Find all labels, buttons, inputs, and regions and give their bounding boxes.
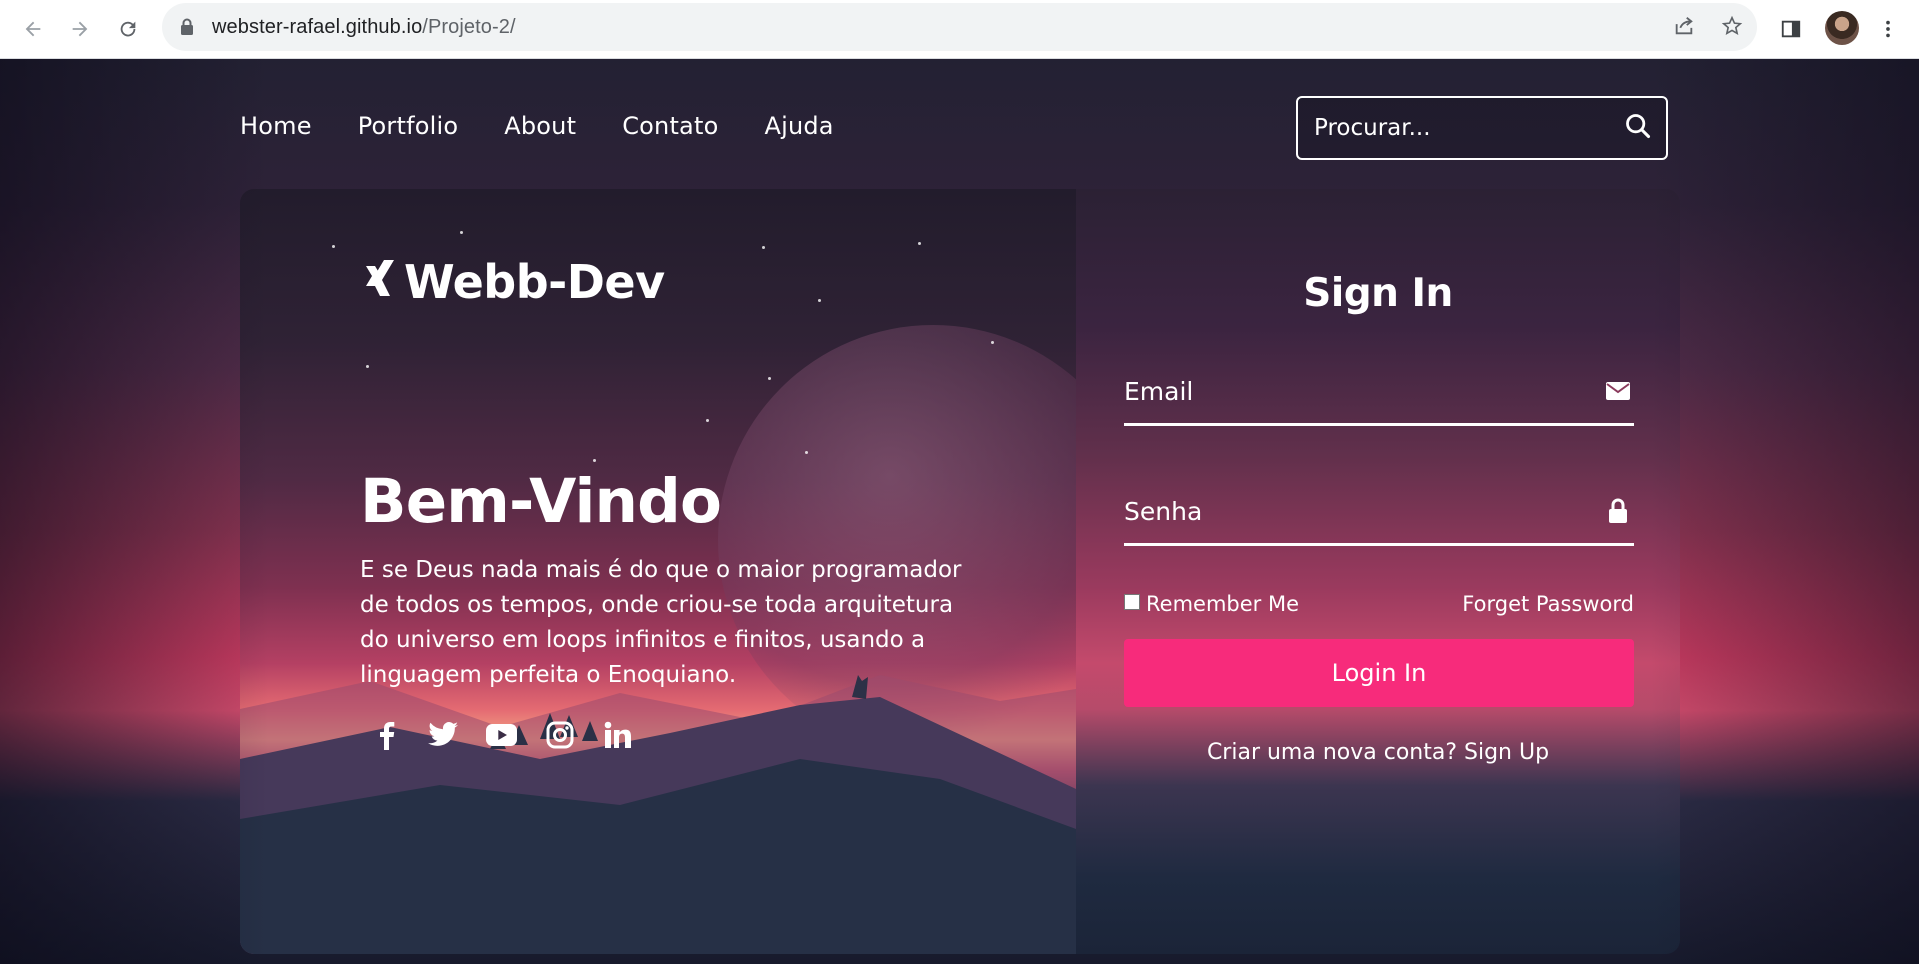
email-label: Email <box>1124 377 1194 406</box>
url-path: /Projeto-2/ <box>422 16 516 38</box>
welcome-heading: Bem-Vindo <box>360 466 722 537</box>
password-field[interactable]: Senha <box>1124 483 1634 546</box>
instagram-icon[interactable] <box>544 719 575 750</box>
star-icon <box>1721 15 1743 35</box>
nav-ajuda[interactable]: Ajuda <box>764 112 833 140</box>
reload-icon <box>120 21 136 37</box>
signup-link[interactable]: Criar uma nova conta? Sign Up <box>1076 740 1680 765</box>
nav-about[interactable]: About <box>504 112 576 140</box>
forget-password-link[interactable]: Forget Password <box>1462 592 1634 616</box>
welcome-description: E se Deus nada mais é do que o maior pro… <box>360 557 962 688</box>
nav-contato[interactable]: Contato <box>622 112 718 140</box>
star <box>366 365 369 368</box>
signin-panel: Sign In Email Senha Remember Me Forget P… <box>1076 189 1680 954</box>
page-background: Home Portfolio About Contato Ajuda Procu… <box>0 59 1919 964</box>
search-input[interactable]: Procurar... <box>1296 96 1668 160</box>
star <box>991 341 994 344</box>
url-text: webster-rafael.github.io/Projeto-2/ <box>212 16 516 39</box>
email-field[interactable]: Email <box>1124 363 1634 426</box>
hero-panel: Webb-Dev Bem-Vindo E se Deus nada mais é… <box>240 189 1148 954</box>
share-icon <box>1675 17 1693 35</box>
search-placeholder: Procurar... <box>1314 115 1431 141</box>
star <box>762 246 765 249</box>
linkedin-icon[interactable] <box>602 719 633 750</box>
star <box>332 245 335 248</box>
remember-me-checkbox[interactable]: Remember Me <box>1124 592 1299 616</box>
envelope-icon <box>1606 382 1630 400</box>
star <box>818 299 821 302</box>
nav-home[interactable]: Home <box>240 112 312 140</box>
checkbox-box[interactable] <box>1124 594 1140 610</box>
address-bar[interactable]: webster-rafael.github.io/Projeto-2/ <box>162 3 1757 51</box>
back-button[interactable] <box>16 12 50 46</box>
star <box>593 459 596 462</box>
main-nav: Home Portfolio About Contato Ajuda <box>240 112 880 140</box>
reload-button[interactable] <box>111 12 145 46</box>
facebook-icon[interactable] <box>370 719 401 750</box>
side-panel-button[interactable] <box>1774 12 1808 46</box>
star <box>805 451 808 454</box>
back-arrow-icon <box>25 21 41 37</box>
star <box>460 231 463 234</box>
youtube-icon[interactable] <box>486 719 517 750</box>
star <box>768 377 771 380</box>
star <box>706 419 709 422</box>
signin-title: Sign In <box>1303 271 1453 316</box>
forward-button[interactable] <box>63 12 97 46</box>
password-label: Senha <box>1124 497 1203 526</box>
twitter-icon[interactable] <box>428 719 459 750</box>
brand-name: Webb-Dev <box>404 255 665 309</box>
forward-arrow-icon <box>72 21 88 37</box>
search-icon[interactable] <box>1624 112 1652 140</box>
url-domain: webster-rafael.github.io <box>212 16 423 38</box>
browser-toolbar: webster-rafael.github.io/Projeto-2/ <box>0 0 1919 59</box>
share-button[interactable] <box>1667 9 1701 43</box>
star <box>918 242 921 245</box>
remember-me-label: Remember Me <box>1146 592 1299 616</box>
welcome-card: Webb-Dev Bem-Vindo E se Deus nada mais é… <box>240 189 1680 954</box>
login-button[interactable]: Login In <box>1124 639 1634 707</box>
nav-portfolio[interactable]: Portfolio <box>358 112 459 140</box>
browser-menu-button[interactable] <box>1871 12 1905 46</box>
social-links <box>370 719 633 750</box>
xing-logo-icon <box>364 258 398 306</box>
brand-logo[interactable]: Webb-Dev <box>364 255 665 309</box>
profile-avatar[interactable] <box>1825 11 1859 45</box>
more-vertical-icon <box>1886 20 1890 38</box>
bookmark-button[interactable] <box>1715 9 1749 43</box>
lock-icon <box>181 18 193 35</box>
side-panel-icon <box>1781 20 1801 38</box>
lock-icon <box>1609 498 1627 523</box>
